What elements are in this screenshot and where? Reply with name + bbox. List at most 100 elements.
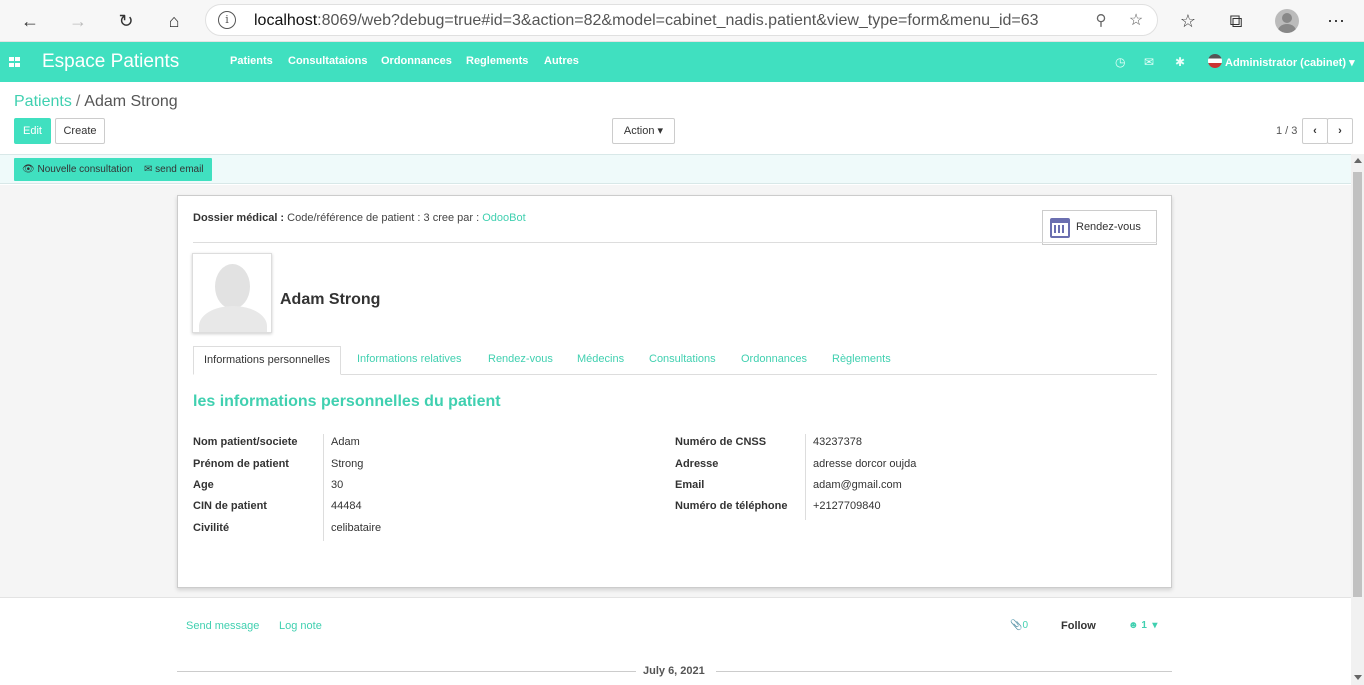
pager-previous-button[interactable]: ‹: [1302, 118, 1328, 144]
collections-icon[interactable]: ⧉: [1224, 9, 1248, 33]
more-menu-icon[interactable]: ⋯: [1324, 9, 1348, 33]
column-separator: [323, 434, 324, 541]
field-label: Adresse: [675, 458, 719, 470]
tab-medecins[interactable]: Médecins: [577, 346, 624, 375]
breadcrumb-current: Adam Strong: [84, 93, 178, 110]
edit-button[interactable]: Edit: [14, 118, 51, 144]
action-dropdown[interactable]: Action ▾: [612, 118, 675, 144]
dossier-label: Dossier médical :: [193, 212, 285, 224]
action-label: Action: [623, 125, 655, 137]
field-label: CIN de patient: [193, 500, 267, 512]
page-scrollbar[interactable]: [1351, 154, 1364, 685]
followers-count: 1: [1141, 620, 1147, 631]
field-value: Adam: [331, 436, 360, 448]
menu-reglements[interactable]: Reglements: [466, 55, 528, 67]
breadcrumb-patients-link[interactable]: Patients: [14, 93, 72, 110]
dossier-medical-line: Dossier médical : Code/référence de pati…: [193, 212, 526, 224]
reload-icon[interactable]: ↻: [114, 9, 138, 33]
field-value: adam@gmail.com: [813, 479, 902, 491]
field-label: Civilité: [193, 522, 230, 534]
chevron-left-icon: ‹: [1313, 125, 1317, 137]
tab-ordonnances[interactable]: Ordonnances: [741, 346, 807, 375]
url-text[interactable]: localhost:8069/web?debug=true#id=3&actio…: [254, 12, 1039, 30]
divider: [193, 242, 1157, 243]
browser-toolbar: ← → ↻ ⌂ i localhost:8069/web?debug=true#…: [0, 0, 1364, 42]
site-info-icon[interactable]: i: [218, 11, 236, 29]
chevron-right-icon: ›: [1338, 125, 1342, 137]
avatar-body: [199, 306, 267, 332]
field-label: Age: [193, 479, 214, 491]
rendez-vous-smart-button[interactable]: Rendez-vous: [1042, 210, 1157, 245]
tab-consultations[interactable]: Consultations: [649, 346, 716, 375]
pager-next-button[interactable]: ›: [1327, 118, 1353, 144]
patient-photo[interactable]: [192, 253, 272, 333]
menu-consultations[interactable]: Consultataions: [288, 55, 367, 67]
paperclip-icon: 📎: [1010, 620, 1023, 631]
rendez-vous-label: Rendez-vous: [1076, 221, 1141, 233]
date-separator-line: [716, 671, 1172, 672]
attachments-button[interactable]: 📎0: [1010, 620, 1028, 631]
scroll-up-arrow-icon[interactable]: [1354, 158, 1362, 163]
followers-dropdown[interactable]: ☻ 1 ▾: [1128, 620, 1157, 631]
field-value: celibataire: [331, 522, 382, 534]
attachments-count: 0: [1022, 620, 1029, 631]
add-favorite-icon[interactable]: ☆: [1126, 10, 1146, 30]
date-separator-line: [177, 671, 636, 672]
tab-reglements[interactable]: Règlements: [832, 346, 891, 375]
main-navbar: Espace Patients Patients Consultataions …: [0, 42, 1364, 82]
address-bar[interactable]: i localhost:8069/web?debug=true#id=3&act…: [205, 4, 1158, 36]
notebook-tabs: Informations personnelles Informations r…: [193, 346, 1157, 375]
follow-button[interactable]: Follow: [1061, 620, 1096, 632]
field-value: +2127709840: [813, 500, 881, 512]
menu-patients[interactable]: Patients: [230, 55, 273, 67]
field-label: Nom patient/societe: [193, 436, 298, 448]
form-statusbar: 👁 Nouvelle consultation ✉ send email: [0, 154, 1351, 184]
form-sheet: Dossier médical : Code/référence de pati…: [177, 195, 1172, 588]
activity-clock-icon[interactable]: ◷: [1115, 55, 1125, 69]
user-avatar-icon: [1208, 54, 1222, 68]
breadcrumb-separator: /: [75, 93, 81, 110]
back-arrow-icon[interactable]: ←: [18, 9, 42, 33]
forward-arrow-icon[interactable]: →: [66, 9, 90, 33]
message-date: July 6, 2021: [643, 665, 705, 677]
menu-ordonnances[interactable]: Ordonnances: [381, 55, 452, 67]
nouvelle-consultation-button[interactable]: 👁 Nouvelle consultation: [14, 158, 141, 181]
log-note-link[interactable]: Log note: [279, 620, 322, 632]
user-menu[interactable]: Administrator (cabinet) ▾: [1208, 54, 1355, 69]
dossier-user-link[interactable]: OdooBot: [482, 212, 525, 224]
pager-value[interactable]: 1 / 3: [1276, 125, 1297, 137]
url-path: :8069/web?debug=true#id=3&action=82&mode…: [317, 12, 1039, 29]
home-icon[interactable]: ⌂: [162, 9, 186, 33]
apps-grid-icon[interactable]: [9, 57, 20, 67]
tab-rendez-vous[interactable]: Rendez-vous: [488, 346, 553, 375]
url-host: localhost: [254, 12, 318, 29]
field-value: Strong: [331, 458, 364, 470]
field-value: 44484: [331, 500, 362, 512]
field-label: Prénom de patient: [193, 458, 289, 470]
field-label: Numéro de CNSS: [675, 436, 767, 448]
scroll-down-arrow-icon[interactable]: [1354, 675, 1362, 680]
send-email-button[interactable]: ✉ send email: [136, 158, 212, 181]
field-value: 30: [331, 479, 344, 491]
menu-autres[interactable]: Autres: [544, 55, 579, 67]
create-button[interactable]: Create: [55, 118, 105, 144]
field-value: adresse dorcor oujda: [813, 458, 917, 470]
section-title: les informations personnelles du patient: [193, 393, 501, 410]
eye-icon: 👁: [22, 164, 35, 175]
calendar-icon: [1050, 218, 1070, 238]
send-email-label: send email: [155, 164, 204, 175]
app-brand[interactable]: Espace Patients: [42, 51, 179, 73]
dossier-text: Code/référence de patient : 3 cree par :: [284, 212, 483, 224]
send-message-link[interactable]: Send message: [186, 620, 259, 632]
field-label: Numéro de téléphone: [675, 500, 788, 512]
profile-avatar[interactable]: [1275, 9, 1299, 33]
debug-bug-icon[interactable]: ✱: [1175, 55, 1185, 69]
tab-informations-personnelles[interactable]: Informations personnelles: [193, 346, 341, 375]
chat-bubbles-icon[interactable]: ✉: [1144, 55, 1154, 69]
scroll-thumb[interactable]: [1353, 172, 1362, 597]
tab-informations-relatives[interactable]: Informations relatives: [357, 346, 462, 375]
field-label: Email: [675, 479, 705, 491]
avatar-head: [215, 264, 250, 309]
zoom-icon[interactable]: ⚲: [1091, 11, 1111, 31]
favorites-icon[interactable]: ☆: [1176, 9, 1200, 33]
